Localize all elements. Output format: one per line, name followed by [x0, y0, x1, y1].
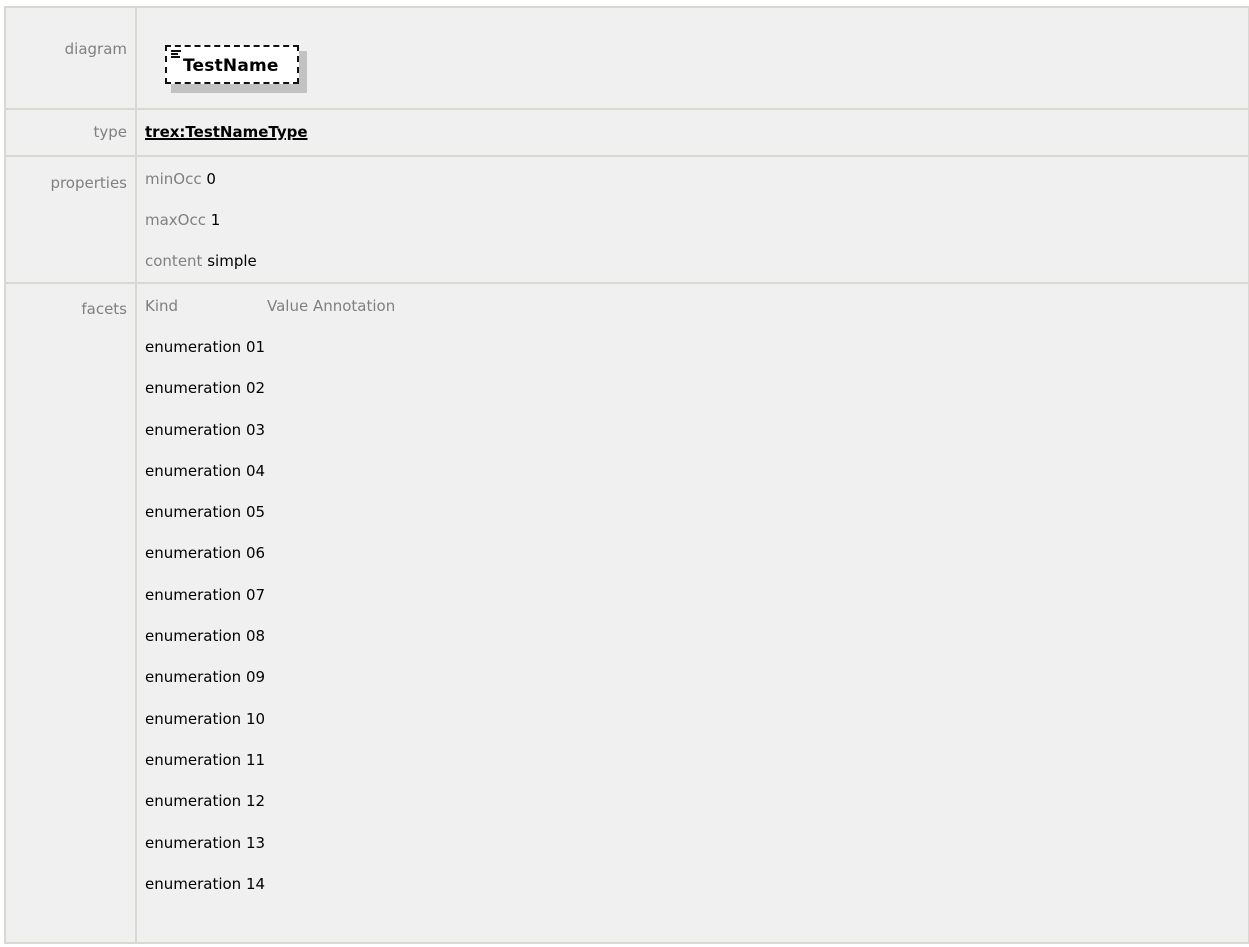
facets-value-cell: Kind Value Annotation enumeration 01 enume… [135, 282, 1249, 944]
facet-kind: enumeration [145, 627, 242, 646]
facets-header-kind: Kind [145, 297, 179, 315]
facet-row: enumeration 06 [145, 533, 1248, 574]
facets-list: Kind Value Annotation enumeration 01 enume… [145, 284, 1248, 905]
facet-value: 03 [245, 420, 266, 439]
facet-row: enumeration 11 [145, 740, 1248, 781]
facet-rows: enumeration 01 enumeration 02 enumeration … [145, 327, 1248, 905]
diagram-value-cell: TestName [135, 6, 1249, 110]
type-row: type trex:TestNameType [4, 108, 1249, 157]
property-key: maxOcc [145, 211, 206, 229]
diagram-label: diagram [64, 40, 127, 58]
facet-row: enumeration 13 [145, 823, 1248, 864]
facet-row: enumeration 12 [145, 781, 1248, 822]
facet-kind: enumeration [145, 503, 242, 522]
facet-kind: enumeration [145, 750, 242, 769]
type-value-cell: trex:TestNameType [135, 108, 1249, 157]
facet-row: enumeration 08 [145, 616, 1248, 657]
facet-row: enumeration 03 [145, 410, 1248, 451]
facet-value: 07 [245, 585, 266, 604]
facet-value: 14 [245, 874, 266, 893]
facet-value: 11 [245, 750, 266, 769]
property-key: content [145, 252, 203, 270]
facets-label: facets [81, 300, 127, 318]
type-label-cell: type [4, 108, 137, 157]
facet-row: enumeration 10 [145, 699, 1248, 740]
facet-value: 04 [245, 461, 266, 480]
facets-label-cell: facets [4, 282, 137, 944]
facet-value: 12 [245, 792, 266, 811]
facet-value: 09 [245, 668, 266, 687]
facet-value: 02 [245, 379, 266, 398]
property-value: simple [207, 252, 257, 270]
facet-kind: enumeration [145, 544, 242, 563]
facets-header: Kind Value Annotation [145, 286, 1248, 327]
diagram-row: diagram TestName [4, 6, 1249, 110]
facet-kind: enumeration [145, 379, 242, 398]
facet-value: 06 [245, 544, 266, 563]
type-link[interactable]: trex:TestNameType [145, 110, 308, 141]
property-value: 1 [210, 211, 221, 229]
facets-header-value-annotation: Value Annotation [267, 297, 396, 315]
diagram-element-name: TestName [183, 56, 279, 76]
facet-row: enumeration 05 [145, 492, 1248, 533]
facet-value: 10 [245, 709, 266, 728]
facet-kind: enumeration [145, 792, 242, 811]
facet-value: 01 [245, 338, 266, 356]
facets-row: facets Kind Value Annotation enumeration … [4, 282, 1249, 944]
element-lines-icon [171, 50, 181, 59]
facet-kind: enumeration [145, 668, 242, 687]
facet-row: enumeration 01 [145, 327, 1248, 368]
facet-row: enumeration 09 [145, 657, 1248, 698]
facet-row: enumeration 14 [145, 864, 1248, 905]
facet-kind: enumeration [145, 709, 242, 728]
property-line: content simple [145, 241, 1248, 282]
properties-label-cell: properties [4, 155, 137, 284]
facet-row: enumeration 07 [145, 575, 1248, 616]
type-label: type [93, 123, 127, 141]
facet-kind: enumeration [145, 874, 242, 893]
properties-list: minOcc 0 maxOcc 1 content simple [145, 157, 1248, 282]
properties-value-cell: minOcc 0 maxOcc 1 content simple [135, 155, 1249, 284]
facet-value: 13 [245, 833, 266, 852]
property-key: minOcc [145, 170, 202, 188]
properties-row: properties minOcc 0 maxOcc 1 content simpl… [4, 155, 1249, 284]
facet-kind: enumeration [145, 420, 242, 439]
element-doc-table: diagram TestName type trex:TestNameType … [4, 6, 1249, 944]
properties-label: properties [50, 174, 127, 192]
facet-value: 08 [245, 627, 266, 646]
facet-kind: enumeration [145, 338, 242, 356]
diagram-element-box[interactable]: TestName [165, 45, 299, 84]
facet-row: enumeration 02 [145, 368, 1248, 409]
diagram-label-cell: diagram [4, 6, 137, 110]
property-line: minOcc 0 [145, 159, 1248, 200]
property-line: maxOcc 1 [145, 200, 1248, 241]
facet-kind: enumeration [145, 461, 242, 480]
facet-value: 05 [245, 503, 266, 522]
diagram-canvas: TestName [145, 8, 1248, 108]
facet-kind: enumeration [145, 585, 242, 604]
facet-row: enumeration 04 [145, 451, 1248, 492]
facet-kind: enumeration [145, 833, 242, 852]
property-value: 0 [206, 170, 216, 188]
